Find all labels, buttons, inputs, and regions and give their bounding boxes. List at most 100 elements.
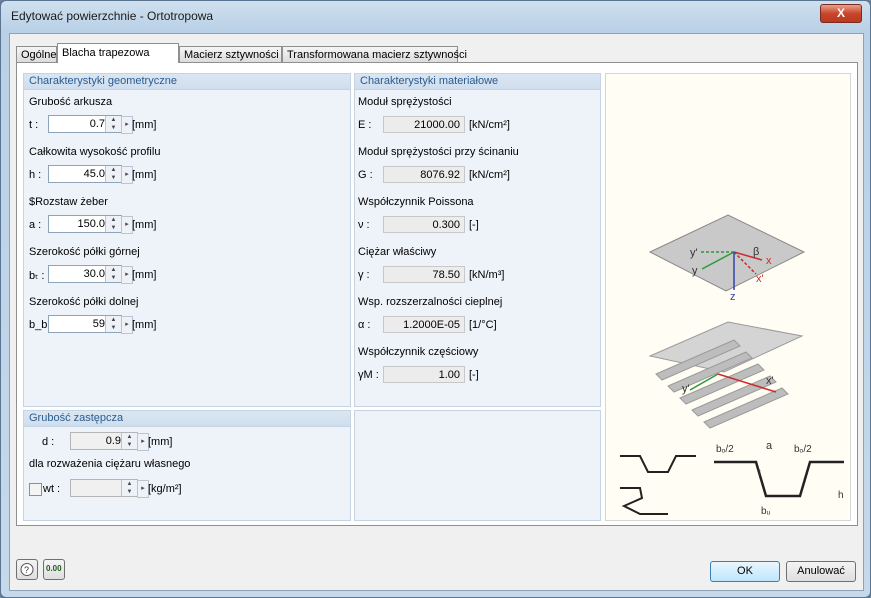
spin-arrows-icon[interactable]: ▲ ▼ [105, 216, 121, 232]
bt-unit: [mm] [132, 269, 157, 281]
spin-arrows-icon[interactable]: ▲ ▼ [121, 433, 137, 449]
rib-spacing-value: 150.0 [77, 218, 105, 230]
gammaM-unit: [-] [469, 369, 479, 381]
title-bar: Edytować powierzchnie - Ortotropowa X [1, 1, 870, 31]
a-unit: [mm] [132, 219, 157, 231]
dialog-window: Edytować powierzchnie - Ortotropowa X Og… [0, 0, 871, 598]
partial-factor-value: 1.00 [438, 369, 460, 381]
geometry-header: Charakterystyki geometryczne [24, 74, 350, 90]
x-text: x [766, 255, 772, 267]
spin-arrows-icon[interactable]: ▲ ▼ [121, 480, 137, 496]
wt-input[interactable]: ▲ ▼ ▸ [70, 479, 149, 498]
x-prime-text: x' [756, 273, 764, 285]
bo2-right-text: bₒ/2 [794, 444, 812, 455]
spin-arrows-icon[interactable]: ▲ ▼ [105, 166, 121, 182]
G-unit: [kN/cm²] [469, 169, 510, 181]
wt-unit: [kg/m²] [148, 483, 182, 495]
top-flange-width-input[interactable]: 30.0 ▲ ▼ ▸ [48, 265, 133, 284]
profile-symbols [620, 455, 696, 545]
E-unit: [kN/cm²] [469, 119, 510, 131]
help-button[interactable]: ? [16, 559, 38, 580]
rib-spacing-label: $Rozstaw żeber [29, 196, 108, 208]
substitute-thickness-value: 0.9 [105, 435, 121, 447]
elastic-modulus-field: 21000.00 [383, 116, 465, 133]
dialog-client: Ogólne Blacha trapezowa Macierz sztywnoś… [9, 33, 864, 591]
shear-modulus-field: 8076.92 [383, 166, 465, 183]
specific-weight-field: 78.50 [383, 266, 465, 283]
nu-symbol: ν : [358, 219, 370, 231]
spin-arrows-icon[interactable]: ▲ ▼ [105, 266, 121, 282]
units-button[interactable]: 0.00 [43, 559, 65, 580]
tab-stiffness-matrix[interactable]: Macierz sztywności [179, 46, 282, 62]
y-text: y [692, 265, 698, 277]
sheet-thickness-value: 0.7 [89, 118, 105, 130]
substitute-thickness-group: Grubość zastępcza d : 0.9 ▲ ▼ ▸ [mm] dla … [23, 410, 351, 521]
substitute-thickness-input[interactable]: 0.9 ▲ ▼ ▸ [70, 432, 149, 451]
d-unit: [mm] [148, 436, 173, 448]
h-symbol: h : [29, 169, 42, 181]
ok-button[interactable]: OK [710, 561, 780, 582]
profile-height-input[interactable]: 45.0 ▲ ▼ ▸ [48, 165, 133, 184]
bt-symbol: bₜ : [29, 270, 45, 282]
elastic-modulus-value: 21000.00 [414, 119, 460, 131]
profile-diagram: y' y β x x' z y' x' a bₒ/2 bₒ/2 t h bᵤ [605, 73, 851, 545]
E-symbol: E : [358, 119, 372, 131]
specific-weight-value: 78.50 [432, 269, 460, 281]
shear-modulus-value: 8076.92 [420, 169, 460, 181]
wt-checkbox[interactable] [29, 483, 42, 496]
profile-trapez-icon [620, 455, 696, 473]
spin-arrows-icon[interactable]: ▲ ▼ [105, 316, 121, 332]
thermal-expansion-value: 1.2000E-05 [403, 319, 460, 331]
partial-factor-label: Współczynnik częściowy [358, 346, 479, 358]
substitute-thickness-header: Grubość zastępcza [24, 411, 350, 427]
alpha-unit: [1/°C] [469, 319, 497, 331]
t-dim-text: t [758, 468, 761, 479]
sheet-x-text: x' [766, 375, 774, 387]
plane-shape [648, 214, 806, 292]
close-button[interactable]: X [820, 4, 862, 23]
corrugated-sheet [648, 321, 804, 429]
h-unit: [mm] [132, 169, 157, 181]
specific-weight-label: Ciężar właściwy [358, 246, 437, 258]
beta-text: β [753, 246, 759, 258]
help-icon: ? [20, 563, 34, 576]
shear-modulus-label: Moduł sprężystości przy ścinaniu [358, 146, 519, 158]
empty-group [354, 410, 601, 521]
alpha-symbol: α : [358, 319, 371, 331]
material-header: Charakterystyki materiałowe [355, 74, 600, 90]
sheet-thickness-input[interactable]: 0.7 ▲ ▼ ▸ [48, 115, 133, 134]
bo2-left-text: bₒ/2 [716, 444, 734, 455]
geometry-group: Charakterystyki geometryczne Grubość ark… [23, 73, 351, 407]
top-flange-width-value: 30.0 [83, 268, 105, 280]
bb-unit: [mm] [132, 319, 157, 331]
sheet-thickness-label: Grubość arkusza [29, 96, 113, 108]
self-weight-label: dla rozważenia ciężaru własnego [29, 458, 191, 470]
nu-unit: [-] [469, 219, 479, 231]
y-prime-text: y' [690, 247, 698, 259]
a-dim-text: a [766, 440, 773, 452]
svg-text:?: ? [24, 565, 29, 575]
elastic-modulus-label: Moduł sprężystości [358, 96, 452, 108]
tab-transformed-stiffness-matrix[interactable]: Transformowana macierz sztywności [282, 46, 467, 62]
poisson-ratio-label: Współczynnik Poissona [358, 196, 474, 208]
tab-trapezoidal-sheet[interactable]: Blacha trapezowa [57, 43, 179, 63]
spin-arrows-icon[interactable]: ▲ ▼ [105, 116, 121, 132]
tab-general[interactable]: Ogólne [16, 46, 57, 62]
a-symbol: a : [29, 219, 42, 231]
profile-z-icon [620, 487, 668, 515]
h-dim-text: h [838, 490, 844, 501]
t-unit: [mm] [132, 119, 157, 131]
wt-label: wt : [43, 483, 61, 495]
bu-text: bᵤ [761, 506, 771, 517]
bottom-flange-width-value: 59 [92, 318, 105, 330]
thermal-expansion-label: Wsp. rozszerzalności cieplnej [358, 296, 503, 308]
z-text: z [730, 291, 736, 303]
gamma-symbol: γ : [358, 269, 370, 281]
material-group: Charakterystyki materiałowe Moduł spręży… [354, 73, 601, 407]
rib-spacing-input[interactable]: 150.0 ▲ ▼ ▸ [48, 215, 133, 234]
profile-height-label: Całkowita wysokość profilu [29, 146, 161, 158]
diagram-svg: y' y β x x' z y' x' a bₒ/2 bₒ/2 t h bᵤ [620, 214, 844, 545]
cancel-button[interactable]: Anulować [786, 561, 856, 582]
bottom-flange-width-input[interactable]: 59 ▲ ▼ ▸ [48, 315, 133, 334]
t-symbol: t : [29, 119, 39, 131]
